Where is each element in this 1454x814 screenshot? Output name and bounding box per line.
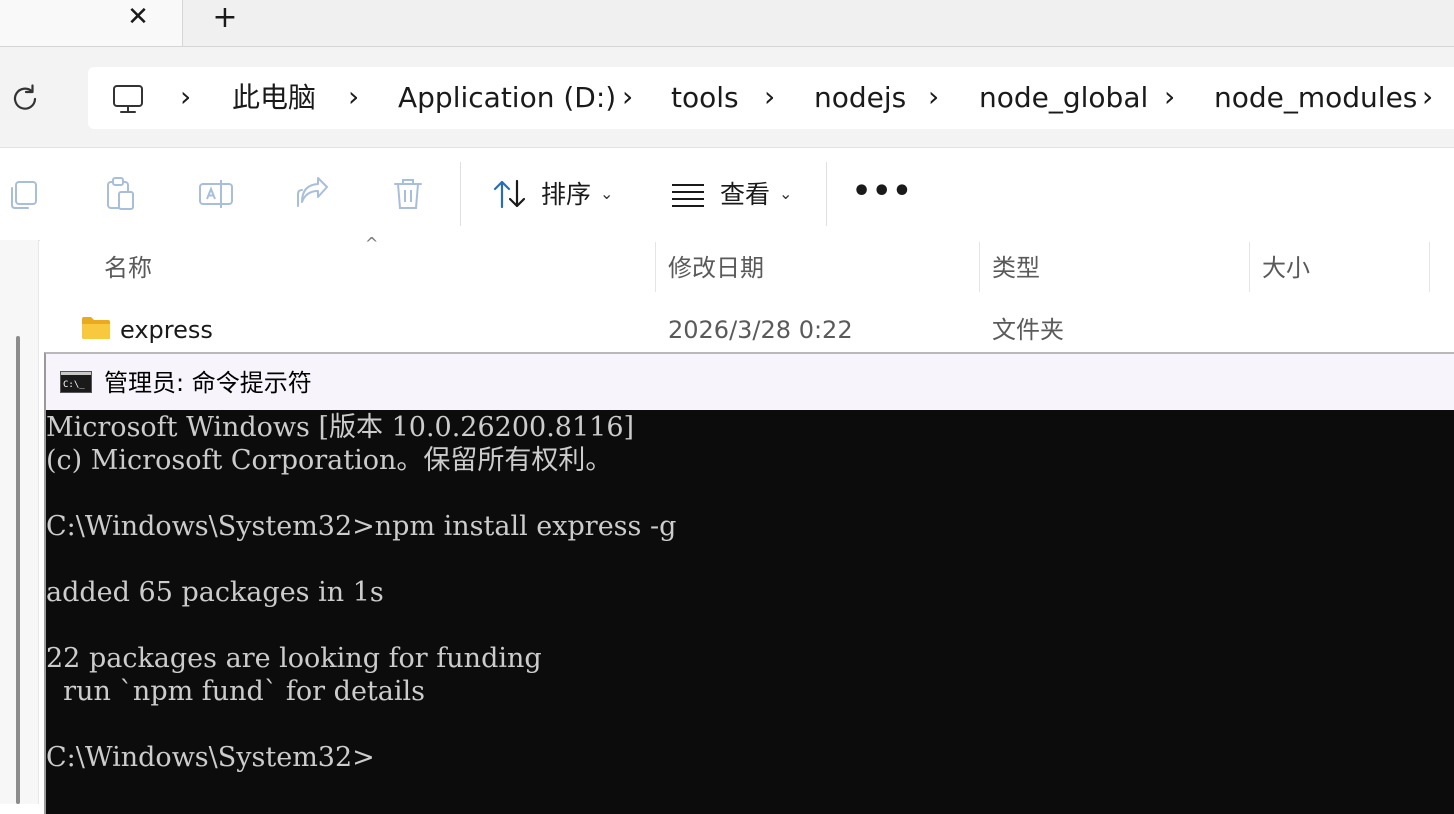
cmd-app-icon[interactable]: C:\_	[60, 371, 92, 393]
share-icon[interactable]	[292, 174, 332, 214]
svg-text:C:\_: C:\_	[63, 380, 85, 390]
file-name[interactable]: express	[120, 304, 213, 354]
breadcrumb-chevron-icon[interactable]: ›	[622, 67, 633, 129]
view-chevron-down-icon[interactable]: ⌄	[779, 148, 792, 240]
column-divider[interactable]	[979, 242, 980, 292]
breadcrumb-chevron-icon[interactable]: ›	[180, 67, 191, 129]
active-tab[interactable]: ✕	[0, 0, 183, 47]
breadcrumb-chevron-icon[interactable]: ›	[1164, 67, 1175, 129]
file-type: 文件夹	[992, 316, 1064, 344]
copy-icon[interactable]	[4, 174, 44, 214]
cmd-title-bar[interactable]: C:\_ 管理员: 命令提示符	[46, 354, 1454, 410]
view-icon[interactable]	[668, 174, 708, 214]
this-pc-icon[interactable]	[110, 81, 146, 117]
file-explorer-window: ✕ + › 此电脑 › Application (D:) › tools › n…	[0, 0, 1454, 814]
column-size[interactable]: 大小	[1262, 240, 1310, 294]
sort-chevron-down-icon[interactable]: ⌄	[600, 148, 613, 240]
file-modified: 2026/3/28 0:22	[668, 316, 853, 344]
close-tab-icon[interactable]: ✕	[122, 2, 154, 34]
console-line: run `npm fund` for details	[46, 676, 426, 707]
command-bar: 排序 ⌄ 查看 ⌄ •••	[0, 148, 1454, 241]
breadcrumb-chevron-icon[interactable]: ›	[764, 67, 775, 129]
console-output[interactable]: Microsoft Windows [版本 10.0.26200.8116] (…	[46, 411, 1454, 811]
column-divider[interactable]	[655, 242, 656, 292]
breadcrumb-node-global[interactable]: node_global	[979, 67, 1148, 129]
column-headers: ^ 名称 修改日期 类型 大小	[40, 234, 1454, 294]
console-line: added 65 packages in 1s	[46, 577, 384, 608]
sort-button[interactable]: 排序	[541, 148, 591, 240]
column-name[interactable]: 名称	[104, 240, 152, 294]
sort-icon[interactable]	[490, 174, 530, 214]
column-divider[interactable]	[1429, 242, 1430, 292]
console-line: (c) Microsoft Corporation。保留所有权利。	[46, 445, 613, 476]
new-tab-button[interactable]: +	[208, 2, 242, 34]
breadcrumb-tools[interactable]: tools	[671, 67, 739, 129]
more-options-button[interactable]: •••	[852, 170, 912, 218]
cmd-window-title: 管理员: 命令提示符	[104, 369, 312, 397]
rename-icon[interactable]	[196, 174, 236, 214]
breadcrumb-chevron-icon[interactable]: ›	[348, 67, 359, 129]
refresh-icon[interactable]	[8, 81, 44, 117]
toolbar-separator	[826, 162, 827, 226]
command-prompt-window[interactable]: C:\_ 管理员: 命令提示符 Microsoft Windows [版本 10…	[44, 352, 1454, 814]
console-line: 22 packages are looking for funding	[46, 643, 542, 674]
file-row[interactable]: express 2026/3/28 0:22 文件夹	[40, 304, 1454, 354]
console-line: Microsoft Windows [版本 10.0.26200.8116]	[46, 412, 635, 443]
console-prompt-line[interactable]: C:\Windows\System32>	[46, 741, 1454, 774]
navigation-pane-scrollbar[interactable]	[16, 336, 20, 804]
column-modified[interactable]: 修改日期	[668, 240, 764, 294]
view-button[interactable]: 查看	[720, 148, 770, 240]
column-type[interactable]: 类型	[992, 240, 1040, 294]
sort-ascending-icon: ^	[365, 234, 379, 253]
breadcrumb-this-pc[interactable]: 此电脑	[232, 67, 316, 129]
breadcrumb-chevron-icon[interactable]: ›	[1422, 67, 1433, 129]
breadcrumb-node-modules[interactable]: node_modules	[1214, 67, 1417, 129]
delete-icon[interactable]	[388, 174, 428, 214]
breadcrumb-drive-d[interactable]: Application (D:)	[398, 67, 616, 129]
paste-icon[interactable]	[100, 174, 140, 214]
column-divider[interactable]	[1249, 242, 1250, 292]
console-line: C:\Windows\System32>npm install express …	[46, 511, 677, 542]
breadcrumb-chevron-icon[interactable]: ›	[928, 67, 939, 129]
address-bar[interactable]: › 此电脑 › Application (D:) › tools › nodej…	[88, 67, 1454, 129]
breadcrumb-nodejs[interactable]: nodejs	[814, 67, 906, 129]
navigation-bar: › 此电脑 › Application (D:) › tools › nodej…	[0, 47, 1454, 148]
folder-icon	[81, 316, 111, 340]
toolbar-separator	[460, 162, 461, 226]
